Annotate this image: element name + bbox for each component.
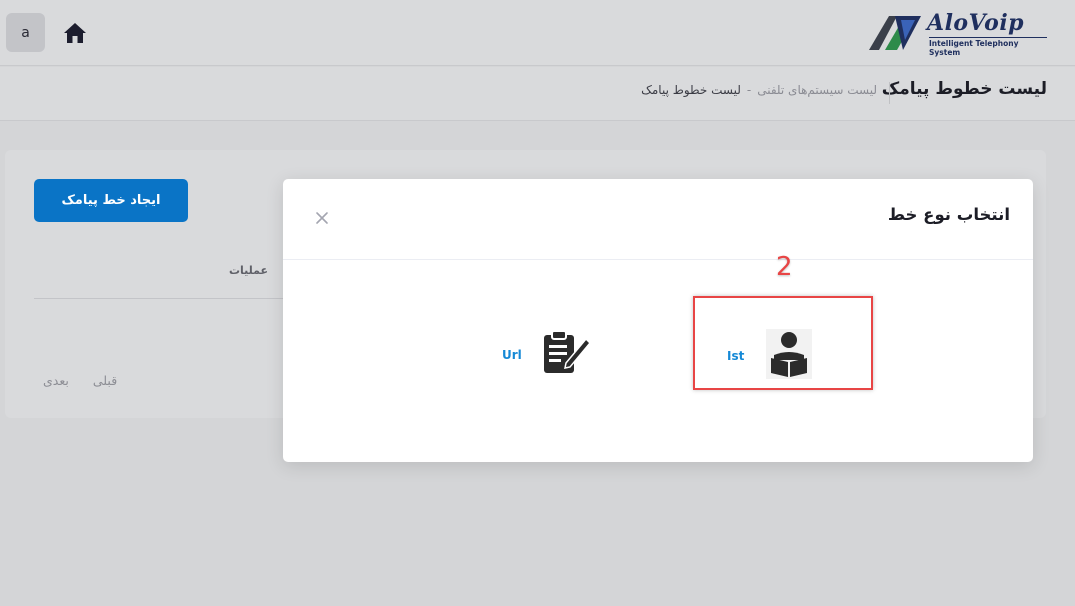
logo-tagline: Intelligent Telephony System — [929, 39, 1019, 57]
modal-title: انتخاب نوع خط — [887, 205, 1010, 224]
breadcrumb-separator: - — [746, 83, 752, 97]
breadcrumb-current: لیست خطوط پیامک — [641, 83, 741, 97]
pager-next-button[interactable]: بعدی — [43, 373, 69, 388]
title-divider — [889, 82, 890, 104]
table-divider — [34, 298, 284, 299]
annotation-highlight-box — [693, 296, 873, 390]
logo-text: AloVoip — [927, 10, 1025, 36]
select-line-type-modal: انتخاب نوع خط Url Ist — [283, 179, 1033, 462]
breadcrumb: لیست سیستم‌های تلفنی - لیست خطوط پیامک — [641, 83, 877, 97]
option-label-url: Url — [502, 348, 522, 362]
user-initial: a — [21, 24, 30, 41]
edit-document-icon — [540, 329, 592, 381]
line-type-option-url[interactable]: Url — [502, 329, 592, 381]
column-header-actions: عملیات — [229, 264, 269, 277]
create-sms-line-button[interactable]: ایجاد خط پیامک — [34, 179, 188, 222]
logo-divider — [929, 37, 1047, 38]
pagination: بعدی قبلی — [43, 373, 117, 388]
alovoip-logo: AloVoip Intelligent Telephony System — [867, 10, 1047, 57]
modal-header: انتخاب نوع خط — [283, 179, 1033, 260]
page-title: لیست خطوط پیامک — [881, 79, 1047, 99]
home-icon[interactable] — [62, 21, 88, 45]
pager-prev-button[interactable]: قبلی — [93, 373, 117, 388]
breadcrumb-bar: لیست خطوط پیامک لیست سیستم‌های تلفنی - ل… — [0, 67, 1075, 121]
annotation-step-number: 2 — [776, 252, 793, 282]
user-avatar-button[interactable]: a — [6, 13, 45, 52]
breadcrumb-link-phone-systems[interactable]: لیست سیستم‌های تلفنی — [757, 83, 877, 97]
top-bar: a AloVoip Intelligent Telephony System — [0, 0, 1075, 66]
close-icon[interactable] — [314, 210, 330, 226]
